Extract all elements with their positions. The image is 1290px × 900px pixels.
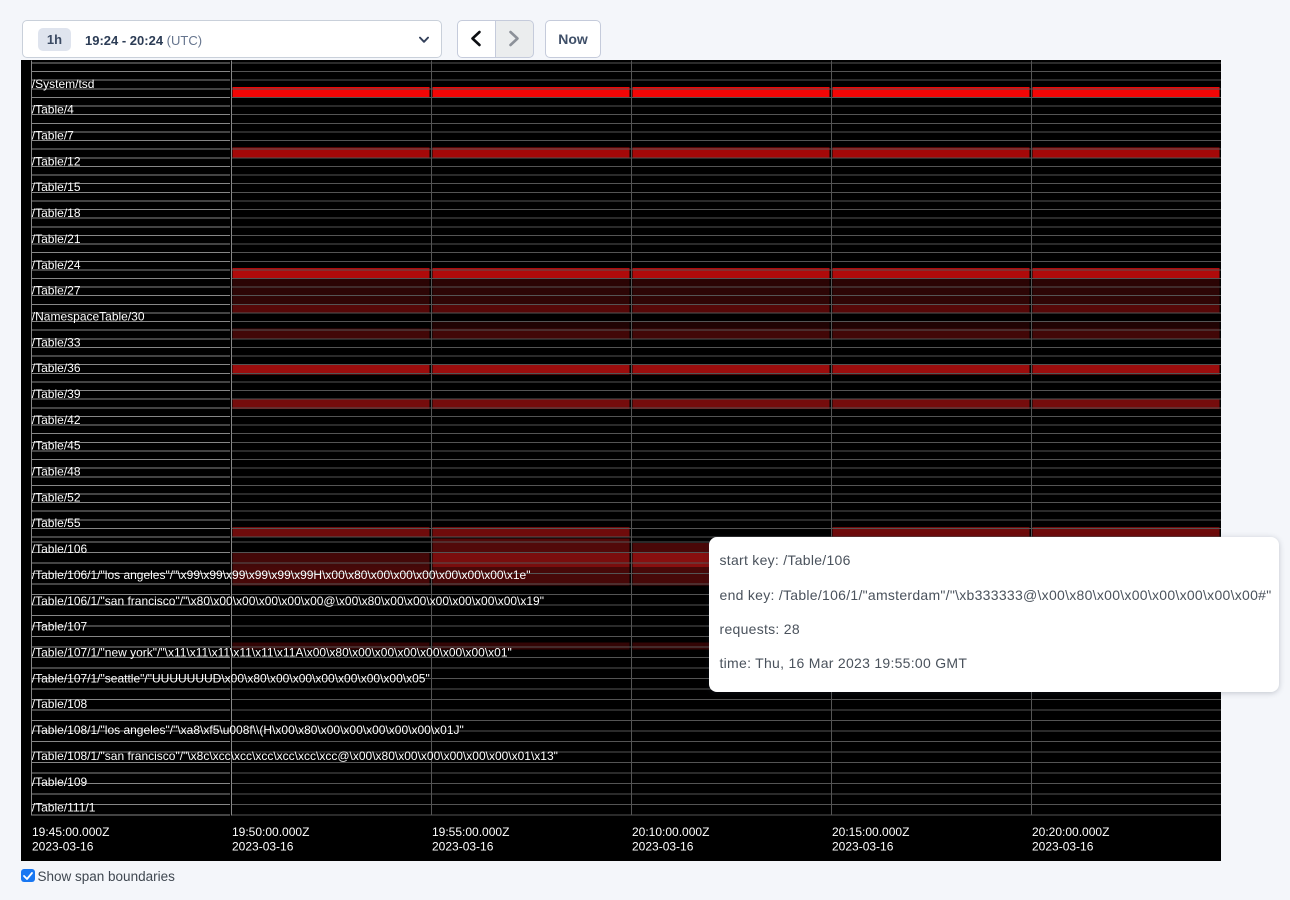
svg-text:20:20:00.000Z: 20:20:00.000Z [1032, 825, 1109, 839]
svg-text:/Table/27: /Table/27 [32, 283, 81, 297]
svg-text:/Table/18: /Table/18 [32, 206, 81, 220]
svg-text:/Table/111/1: /Table/111/1 [32, 800, 96, 814]
svg-text:20:10:00.000Z: 20:10:00.000Z [632, 825, 709, 839]
svg-text:19:45:00.000Z: 19:45:00.000Z [32, 825, 109, 839]
svg-text:/Table/108/1/"san francisco"/": /Table/108/1/"san francisco"/"\x8c\xcc\x… [32, 748, 558, 762]
svg-text:/Table/107: /Table/107 [32, 619, 88, 633]
svg-text:/Table/42: /Table/42 [32, 412, 81, 426]
svg-text:/Table/45: /Table/45 [32, 438, 81, 452]
svg-text:/Table/4: /Table/4 [32, 102, 74, 116]
svg-text:20:15:00.000Z: 20:15:00.000Z [832, 825, 909, 839]
svg-text:/Table/106: /Table/106 [32, 542, 88, 556]
svg-text:/Table/108: /Table/108 [32, 697, 88, 711]
svg-text:2023-03-16: 2023-03-16 [432, 839, 494, 853]
svg-text:/Table/106/1/"san francisco"/": /Table/106/1/"san francisco"/"\x80\x00\x… [32, 593, 544, 607]
svg-text:2023-03-16: 2023-03-16 [32, 839, 94, 853]
svg-text:2023-03-16: 2023-03-16 [832, 839, 894, 853]
svg-text:19:50:00.000Z: 19:50:00.000Z [232, 825, 309, 839]
svg-text:/Table/107/1/"new york"/"\x11\: /Table/107/1/"new york"/"\x11\x11\x11\x1… [32, 645, 512, 659]
svg-text:/Table/55: /Table/55 [32, 516, 81, 530]
svg-text:/Table/106/1/"los angeles"/"\x: /Table/106/1/"los angeles"/"\x99\x99\x99… [32, 568, 531, 582]
svg-text:/Table/107/1/"seattle"/"UUUUUU: /Table/107/1/"seattle"/"UUUUUUUD\x00\x80… [32, 671, 430, 685]
svg-text:/NamespaceTable/30: /NamespaceTable/30 [32, 309, 145, 323]
svg-text:/Table/109: /Table/109 [32, 774, 88, 788]
svg-text:2023-03-16: 2023-03-16 [1032, 839, 1094, 853]
svg-text:2023-03-16: 2023-03-16 [632, 839, 694, 853]
svg-text:/Table/33: /Table/33 [32, 335, 81, 349]
svg-text:/Table/48: /Table/48 [32, 464, 81, 478]
svg-text:/Table/15: /Table/15 [32, 180, 81, 194]
svg-text:/System/tsd: /System/tsd [32, 76, 95, 90]
svg-text:2023-03-16: 2023-03-16 [232, 839, 294, 853]
svg-text:/Table/7: /Table/7 [32, 128, 74, 142]
svg-text:/Table/36: /Table/36 [32, 361, 81, 375]
svg-text:/Table/39: /Table/39 [32, 387, 81, 401]
svg-text:/Table/108/1/"los angeles"/"\x: /Table/108/1/"los angeles"/"\xa8\xf5\u00… [32, 723, 464, 737]
svg-text:/Table/24: /Table/24 [32, 257, 81, 271]
svg-text:19:55:00.000Z: 19:55:00.000Z [432, 825, 509, 839]
svg-text:/Table/12: /Table/12 [32, 154, 81, 168]
svg-text:/Table/52: /Table/52 [32, 490, 81, 504]
svg-text:/Table/21: /Table/21 [32, 231, 81, 245]
